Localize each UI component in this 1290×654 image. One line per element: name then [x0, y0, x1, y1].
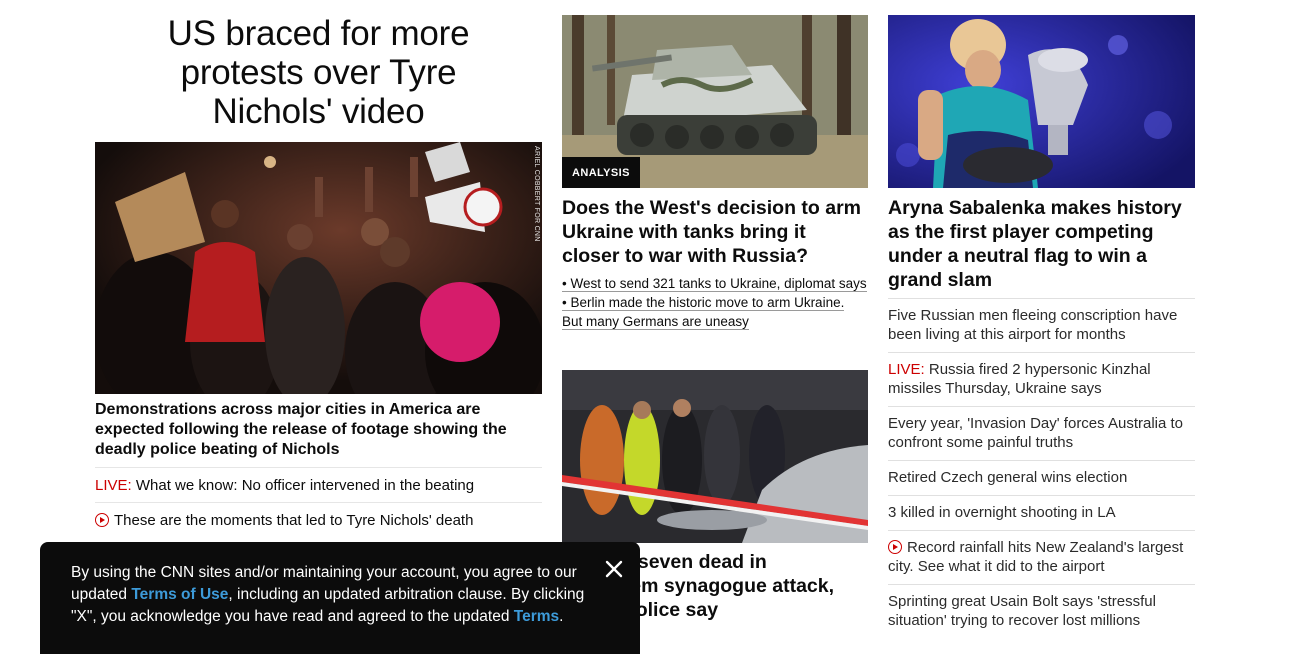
list-item[interactable]: • Berlin made the historic move to arm U…	[562, 293, 868, 331]
terms-text: .	[559, 608, 564, 625]
play-icon	[95, 513, 109, 527]
lead-summary[interactable]: Demonstrations across major cities in Am…	[95, 400, 542, 460]
right-related-links: Five Russian men fleeing conscription ha…	[888, 298, 1195, 638]
list-item-la-shooting[interactable]: 3 killed in overnight shooting in LA	[888, 495, 1195, 530]
play-icon	[888, 540, 902, 554]
link-text: • West to send 321 tanks to Ukraine, dip…	[562, 276, 867, 292]
terms-message: By using the CNN sites and/or maintainin…	[71, 562, 591, 628]
tank-photo[interactable]: ANALYSIS	[562, 15, 868, 188]
list-item-invasion-day[interactable]: Every year, 'Invasion Day' forces Austra…	[888, 406, 1195, 460]
lead-headline[interactable]: US braced for more protests over Tyre Ni…	[95, 14, 542, 131]
list-item-what-we-know[interactable]: LIVE: What we know: No officer intervene…	[95, 467, 542, 502]
link-text: Every year, 'Invasion Day' forces Austra…	[888, 415, 1184, 451]
list-item[interactable]: • West to send 321 tanks to Ukraine, dip…	[562, 274, 868, 293]
link-text: Record rainfall hits New Zealand's large…	[888, 539, 1184, 575]
analysis-badge: ANALYSIS	[562, 157, 640, 188]
close-icon	[605, 560, 623, 578]
live-label: LIVE:	[95, 477, 132, 494]
terms-banner: By using the CNN sites and/or maintainin…	[40, 542, 640, 654]
protest-photo[interactable]: ARIEL COBBERT FOR CNN	[95, 142, 542, 394]
tank-headline[interactable]: Does the West's decision to arm Ukraine …	[562, 196, 868, 268]
list-item-usain-bolt[interactable]: Sprinting great Usain Bolt says 'stressf…	[888, 584, 1195, 638]
right-column: Aryna Sabalenka makes history as the fir…	[888, 15, 1195, 638]
terms-of-use-link[interactable]: Terms of Use	[131, 586, 228, 603]
middle-column: ANALYSIS Does the West's decision to arm…	[562, 15, 868, 621]
terms-link[interactable]: Terms	[514, 608, 559, 625]
photo-credit: ARIEL COBBERT FOR CNN	[533, 146, 540, 242]
list-item-russian-men-airport[interactable]: Five Russian men fleeing conscription ha…	[888, 298, 1195, 352]
link-text: Five Russian men fleeing conscription ha…	[888, 307, 1178, 343]
link-text: What we know: No officer intervened in t…	[131, 477, 475, 494]
link-text: • Berlin made the historic move to arm U…	[562, 295, 845, 330]
link-text: Russia fired 2 hypersonic Kinzhal missil…	[888, 361, 1151, 397]
live-label: LIVE:	[888, 361, 925, 378]
close-button[interactable]	[601, 556, 627, 582]
list-item-moments-video[interactable]: These are the moments that led to Tyre N…	[95, 502, 542, 537]
lead-story: US braced for more protests over Tyre Ni…	[95, 14, 542, 529]
link-text: These are the moments that led to Tyre N…	[114, 512, 474, 529]
sabalenka-photo[interactable]	[888, 15, 1195, 188]
synagogue-photo[interactable]	[562, 370, 868, 543]
link-text: Retired Czech general wins election	[888, 469, 1128, 486]
lead-related-links: LIVE: What we know: No officer intervene…	[95, 467, 542, 537]
link-text: 3 killed in overnight shooting in LA	[888, 504, 1116, 521]
list-item-nz-rainfall[interactable]: Record rainfall hits New Zealand's large…	[888, 530, 1195, 584]
list-item-czech-election[interactable]: Retired Czech general wins election	[888, 460, 1195, 495]
tank-related-links: • West to send 321 tanks to Ukraine, dip…	[562, 274, 868, 331]
link-text: Sprinting great Usain Bolt says 'stressf…	[888, 593, 1156, 629]
list-item-kinzhal-missiles[interactable]: LIVE: Russia fired 2 hypersonic Kinzhal …	[888, 352, 1195, 406]
sabalenka-headline[interactable]: Aryna Sabalenka makes history as the fir…	[888, 196, 1195, 292]
